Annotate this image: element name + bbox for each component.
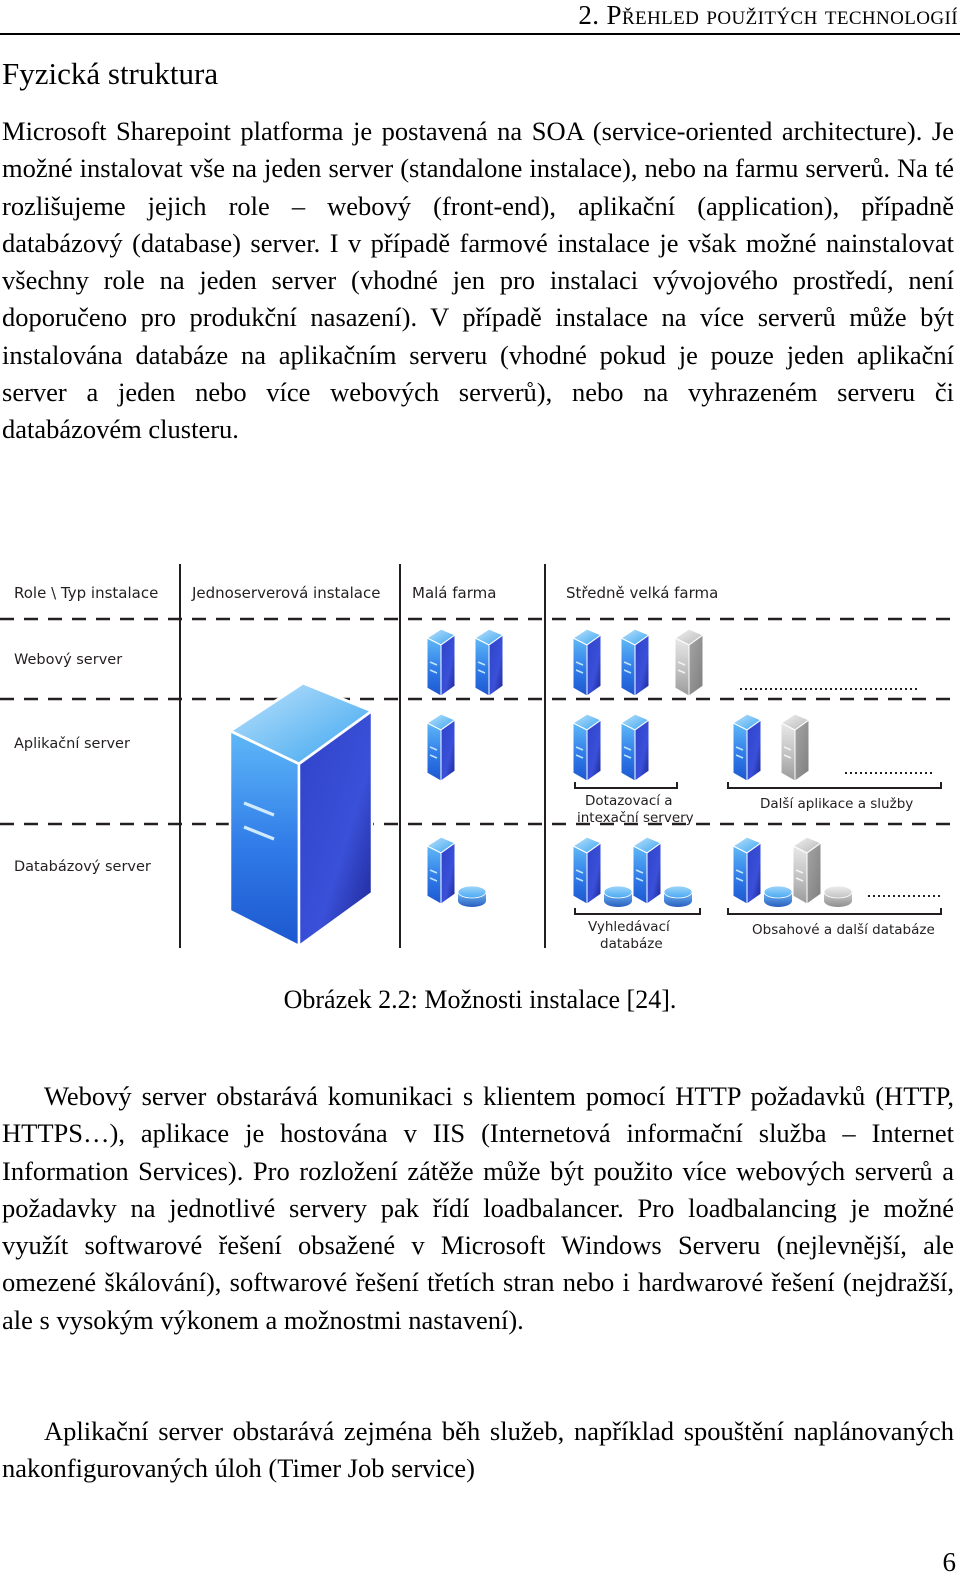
paragraph-intro-text: Microsoft Sharepoint platforma je postav… [2,116,954,445]
query-index-label-line1: Dotazovací a [585,793,673,809]
paragraph-app-server: Aplikační server obstarává zejména běh s… [2,1413,954,1488]
small-farm-db-servers [426,836,487,908]
other-services-bracket [727,782,942,789]
content-db-label: Obsahové a další databáze [752,922,935,938]
medium-farm-db-search: Vyhledávací databáze [572,836,701,952]
paragraph-intro: Microsoft Sharepoint platforma je postav… [2,113,954,449]
figure-corner-label: Role \ Typ instalace [14,584,158,602]
paragraph-app-server-text: Aplikační server obstarává zejména běh s… [2,1416,954,1484]
other-services-label: Další aplikace a služby [760,796,913,812]
search-db-label-line2: databáze [600,936,663,952]
figure-column-header-medium-farm: Středně velká farma [566,584,718,602]
figure-installation-options: Role \ Typ instalace Jednoserverová inst… [0,556,960,956]
medium-farm-web-servers [572,628,918,697]
figure-row-label-web: Webový server [14,652,122,668]
small-farm-app-servers [426,713,456,782]
paragraph-web-server-text: Webový server obstarává komunikaci s kli… [2,1081,954,1335]
medium-farm-app-other-services: Další aplikace a služby [727,713,942,812]
small-farm-web-servers [426,628,504,697]
figure-row-label-app: Aplikační server [14,736,130,752]
paragraph-web-server: Webový server obstarává komunikaci s kli… [2,1078,954,1339]
single-server-illustration [226,681,376,949]
figure-row-label-db: Databázový server [14,859,151,875]
medium-farm-app-query-index: Dotazovací a intexační servery [572,713,694,826]
query-index-label-line2: intexační servery [577,810,694,826]
query-index-bracket [574,782,678,789]
figure-caption: Obrázek 2.2: Možnosti instalace [24]. [283,985,677,1014]
content-db-bracket [727,908,942,915]
figure-column-header-small-farm: Malá farma [412,584,496,602]
search-db-label-line1: Vyhledávací [588,919,671,935]
figure-diagram: Role \ Typ instalace Jednoserverová inst… [0,564,960,952]
figure-column-header-single: Jednoserverová instalace [191,584,380,602]
search-db-bracket [574,908,701,915]
section-heading: Fyzická struktura [2,56,219,91]
chapter-running-title: 2. Přehled použitých technologií [578,0,958,30]
header-divider [0,33,960,35]
page-number: 6 [942,1547,957,1577]
medium-farm-db-content: Obsahové a další databáze [727,836,942,938]
page-header: 2. Přehled použitých technologií [0,0,960,35]
